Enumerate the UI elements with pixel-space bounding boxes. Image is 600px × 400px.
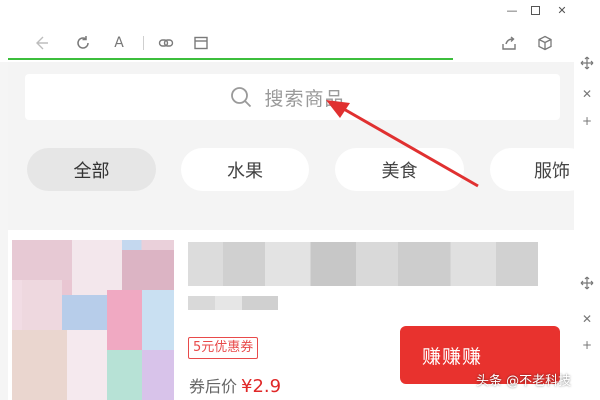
price-label: 券后价 [189,377,238,396]
category-label: 美食 [381,160,418,182]
side-panel-strip: ✕ + ✕ + [574,22,600,400]
window-button[interactable] [192,34,210,52]
back-button[interactable] [32,34,50,52]
category-label: 服饰 [534,160,570,182]
move-handle[interactable] [578,54,596,72]
category-tab-fruit[interactable]: 水果 [181,148,309,191]
minimize-button[interactable]: — [503,2,521,18]
side-close-button-2[interactable]: ✕ [578,310,596,328]
arrow-left-icon [36,36,48,50]
earn-button-label: 赚赚赚 [422,345,483,368]
search-placeholder: 搜索商品 [264,87,345,110]
shopping-page: 搜索商品 全部 水果 美食 服饰 5元优惠券 券后价 ¥2.9 赚赚赚 [8,62,590,400]
close-icon: ✕ [581,312,593,326]
maximize-button[interactable] [526,2,544,18]
share-button[interactable] [500,34,518,52]
close-icon: ✕ [581,87,593,101]
move-icon [580,56,594,70]
side-add-button-2[interactable]: + [578,336,596,354]
product-title-blurred[interactable] [188,242,538,286]
close-icon: ✕ [557,3,567,17]
search-icon [231,87,252,108]
page-load-progress [8,58,453,60]
font-size-button[interactable]: A [110,34,128,52]
app-window: — ✕ A ✕ + ✕ + 搜索商品 全部 水果 美食 服饰 5元优惠券 券后价… [0,0,600,400]
share-icon [502,36,516,50]
category-tab-food[interactable]: 美食 [335,148,464,191]
plus-icon: + [581,114,593,128]
coupon-badge: 5元优惠券 [188,337,259,359]
price-value: ¥2.9 [241,376,282,397]
move-icon [580,276,594,290]
category-label: 全部 [73,160,110,182]
minimize-icon: — [506,3,518,17]
toolbar-divider [143,36,144,50]
window-icon [194,36,208,50]
plus-icon: + [581,338,593,352]
category-tab-all[interactable]: 全部 [27,148,156,191]
font-icon: A [114,35,124,51]
link-icon [158,39,174,47]
browser-toolbar: A [0,22,574,62]
side-add-button[interactable]: + [578,112,596,130]
window-title-bar: — ✕ [0,0,600,22]
price-line: 券后价 ¥2.9 [189,373,281,397]
extensions-button[interactable] [536,34,554,52]
search-bar[interactable]: 搜索商品 [25,74,560,120]
side-move-handle-2[interactable] [578,274,596,292]
product-subtitle-blurred [188,296,278,310]
maximize-icon [530,5,540,15]
close-button[interactable]: ✕ [553,2,571,18]
product-image[interactable] [12,240,174,400]
category-label: 水果 [227,160,263,182]
copy-link-button[interactable] [157,34,175,52]
side-close-button[interactable]: ✕ [578,85,596,103]
refresh-button[interactable] [74,34,92,52]
refresh-icon [77,36,89,49]
cube-icon [538,35,552,51]
watermark: 头条 @不老科技 [476,374,572,389]
category-tab-apparel[interactable]: 服饰 [490,148,590,191]
